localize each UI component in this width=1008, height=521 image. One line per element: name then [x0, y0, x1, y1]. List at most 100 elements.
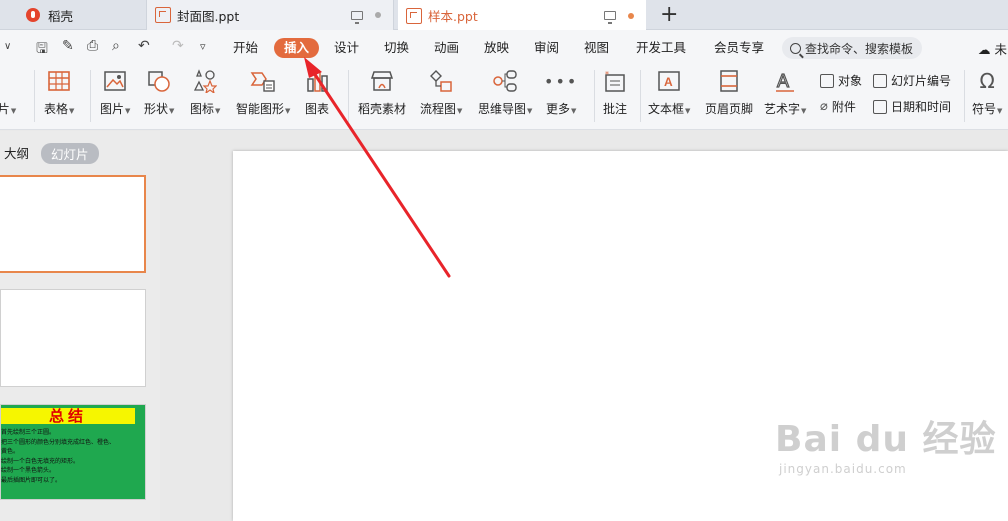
docer-logo-icon: [26, 8, 40, 22]
divider: [34, 70, 35, 122]
header-footer-button[interactable]: 页眉页脚: [705, 68, 753, 117]
label: 更多: [546, 102, 571, 116]
menu-home[interactable]: 开始: [233, 38, 258, 58]
label: 思维导图: [478, 102, 527, 116]
label: 流程图: [420, 102, 457, 116]
insert-ribbon: 片▼ 表格▼ 图片▼ 形状▼ 图标▼ 智能图形▼ 图表 稻壳素材 流程图▼ 思维…: [0, 64, 1008, 130]
comment-icon: *: [602, 68, 628, 94]
picture-icon: [102, 68, 128, 94]
save-icon[interactable]: 🖫: [36, 38, 48, 62]
label: 艺术字: [764, 102, 801, 116]
table-button[interactable]: 表格▼: [44, 68, 74, 117]
divider: [348, 70, 349, 122]
label: 符号: [972, 102, 997, 116]
icon-library-button[interactable]: 图标▼: [190, 68, 220, 117]
label: 对象: [838, 74, 863, 88]
flowchart-icon: [428, 68, 454, 94]
baidu-watermark: Bai du 经验 jingyan.baidu.com: [775, 410, 997, 476]
object-button[interactable]: 对象: [820, 72, 862, 89]
redo-icon[interactable]: ↷: [172, 38, 184, 54]
label: 附件: [831, 100, 856, 114]
tab-slides[interactable]: 幻灯片: [41, 143, 99, 164]
tab-outline[interactable]: 大纲: [4, 143, 29, 162]
menu-design[interactable]: 设计: [334, 38, 359, 58]
menu-developer[interactable]: 开发工具: [636, 38, 686, 58]
omega-icon: Ω: [979, 69, 995, 93]
customize-toolbar-icon[interactable]: ▿: [200, 40, 206, 53]
summary-title: 总结: [1, 408, 135, 424]
print-preview-icon[interactable]: ⌕: [112, 38, 120, 54]
label: 幻灯片编号: [891, 74, 952, 88]
new-tab-plus-icon[interactable]: +: [660, 2, 678, 28]
chevron-down-icon[interactable]: ∨: [4, 41, 11, 52]
presentation-file-icon: [155, 7, 171, 23]
slide-icon: [0, 68, 20, 94]
format-painter-icon[interactable]: ✎: [62, 38, 74, 54]
menu-bar: ∨ 🖫 ✎ ⎙ ⌕ ↶ ↷ ▿ 开始 插入 设计 切换 动画 放映 审阅 视图 …: [0, 30, 1008, 64]
divider: [964, 70, 965, 122]
divider: [594, 70, 595, 122]
label: 表格: [44, 102, 69, 116]
label: 文本框: [648, 102, 685, 116]
cloud-sync-status[interactable]: ☁ 未: [978, 39, 1007, 58]
material-store-icon: [369, 68, 395, 94]
shape-button[interactable]: 形状▼: [144, 68, 174, 117]
summary-line: 绘制一个黑色箭头。: [1, 467, 56, 474]
label: 页眉页脚: [705, 102, 754, 116]
tab-cover-ppt[interactable]: 封面图.ppt: [146, 0, 394, 30]
menu-insert[interactable]: 插入: [274, 38, 320, 58]
slide-thumbnail[interactable]: [0, 289, 146, 387]
chart-button[interactable]: 图表: [304, 68, 330, 117]
smart-graphic-button[interactable]: 智能图形▼: [236, 68, 290, 117]
undo-icon[interactable]: ↶: [138, 38, 150, 54]
tab-bar: 稻壳 封面图.ppt 样本.ppt +: [0, 0, 1008, 31]
mindmap-button[interactable]: 思维导图▼: [478, 68, 532, 117]
print-icon[interactable]: ⎙: [87, 38, 98, 54]
slide-thumbnail[interactable]: [0, 175, 146, 273]
menu-view[interactable]: 视图: [584, 38, 609, 58]
datetime-button[interactable]: 日期和时间: [873, 98, 951, 115]
monitor-icon[interactable]: [604, 11, 616, 24]
menu-member[interactable]: 会员专享: [714, 38, 764, 58]
search-placeholder: 查找命令、搜索模板: [805, 41, 914, 56]
watermark-main: Bai du 经验: [775, 419, 997, 460]
label: 稻壳素材: [358, 102, 407, 116]
more-button[interactable]: ••• 更多▼: [544, 68, 579, 117]
calendar-icon: [873, 99, 887, 114]
attachment-button[interactable]: ⌀ 附件: [820, 98, 856, 115]
watermark-url: jingyan.baidu.com: [779, 462, 907, 476]
new-slide-button[interactable]: 片▼: [0, 68, 20, 117]
slide-number-button[interactable]: 幻灯片编号: [873, 72, 951, 89]
slide-thumbnail-summary[interactable]: 总结 首先绘制三个正圆。 把三个圆形的颜色分别填充成红色、橙色、 黄色。 绘制一…: [0, 404, 146, 500]
more-dots-icon: •••: [544, 71, 579, 91]
summary-line: 首先绘制三个正圆。: [1, 429, 56, 436]
tab-docer[interactable]: 稻壳: [0, 0, 140, 30]
status-dot: [375, 12, 381, 18]
comment-button[interactable]: * 批注: [602, 68, 628, 117]
menu-review[interactable]: 审阅: [534, 38, 559, 58]
tab-sample-ppt[interactable]: 样本.ppt: [398, 0, 646, 31]
label: 形状: [144, 102, 169, 116]
object-icon: [820, 73, 834, 88]
menu-animation[interactable]: 动画: [434, 38, 459, 58]
summary-line: 黄色。: [1, 448, 20, 455]
command-search[interactable]: 查找命令、搜索模板: [782, 37, 922, 59]
label: 日期和时间: [891, 100, 952, 114]
presentation-file-icon: [406, 7, 422, 24]
flowchart-button[interactable]: 流程图▼: [420, 68, 462, 117]
picture-button[interactable]: 图片▼: [100, 68, 130, 117]
table-icon: [46, 68, 72, 94]
symbol-button[interactable]: Ω 符号▼: [972, 68, 1002, 117]
textbox-button[interactable]: A 文本框▼: [648, 68, 690, 117]
menu-slideshow[interactable]: 放映: [484, 38, 509, 58]
chart-icon: [304, 68, 330, 94]
monitor-icon[interactable]: [351, 10, 363, 24]
menu-transition[interactable]: 切换: [384, 38, 409, 58]
slide-thumbnail-panel: 大纲 幻灯片 总结 首先绘制三个正圆。 把三个圆形的颜色分别填充成红色、橙色、 …: [0, 131, 160, 521]
label: 智能图形: [236, 102, 285, 116]
wordart-button[interactable]: A 艺术字▼: [764, 68, 806, 117]
docer-material-button[interactable]: 稻壳素材: [358, 68, 406, 117]
tab-title: 样本.ppt: [428, 9, 478, 24]
label: 图表: [304, 102, 329, 116]
divider: [90, 70, 91, 122]
